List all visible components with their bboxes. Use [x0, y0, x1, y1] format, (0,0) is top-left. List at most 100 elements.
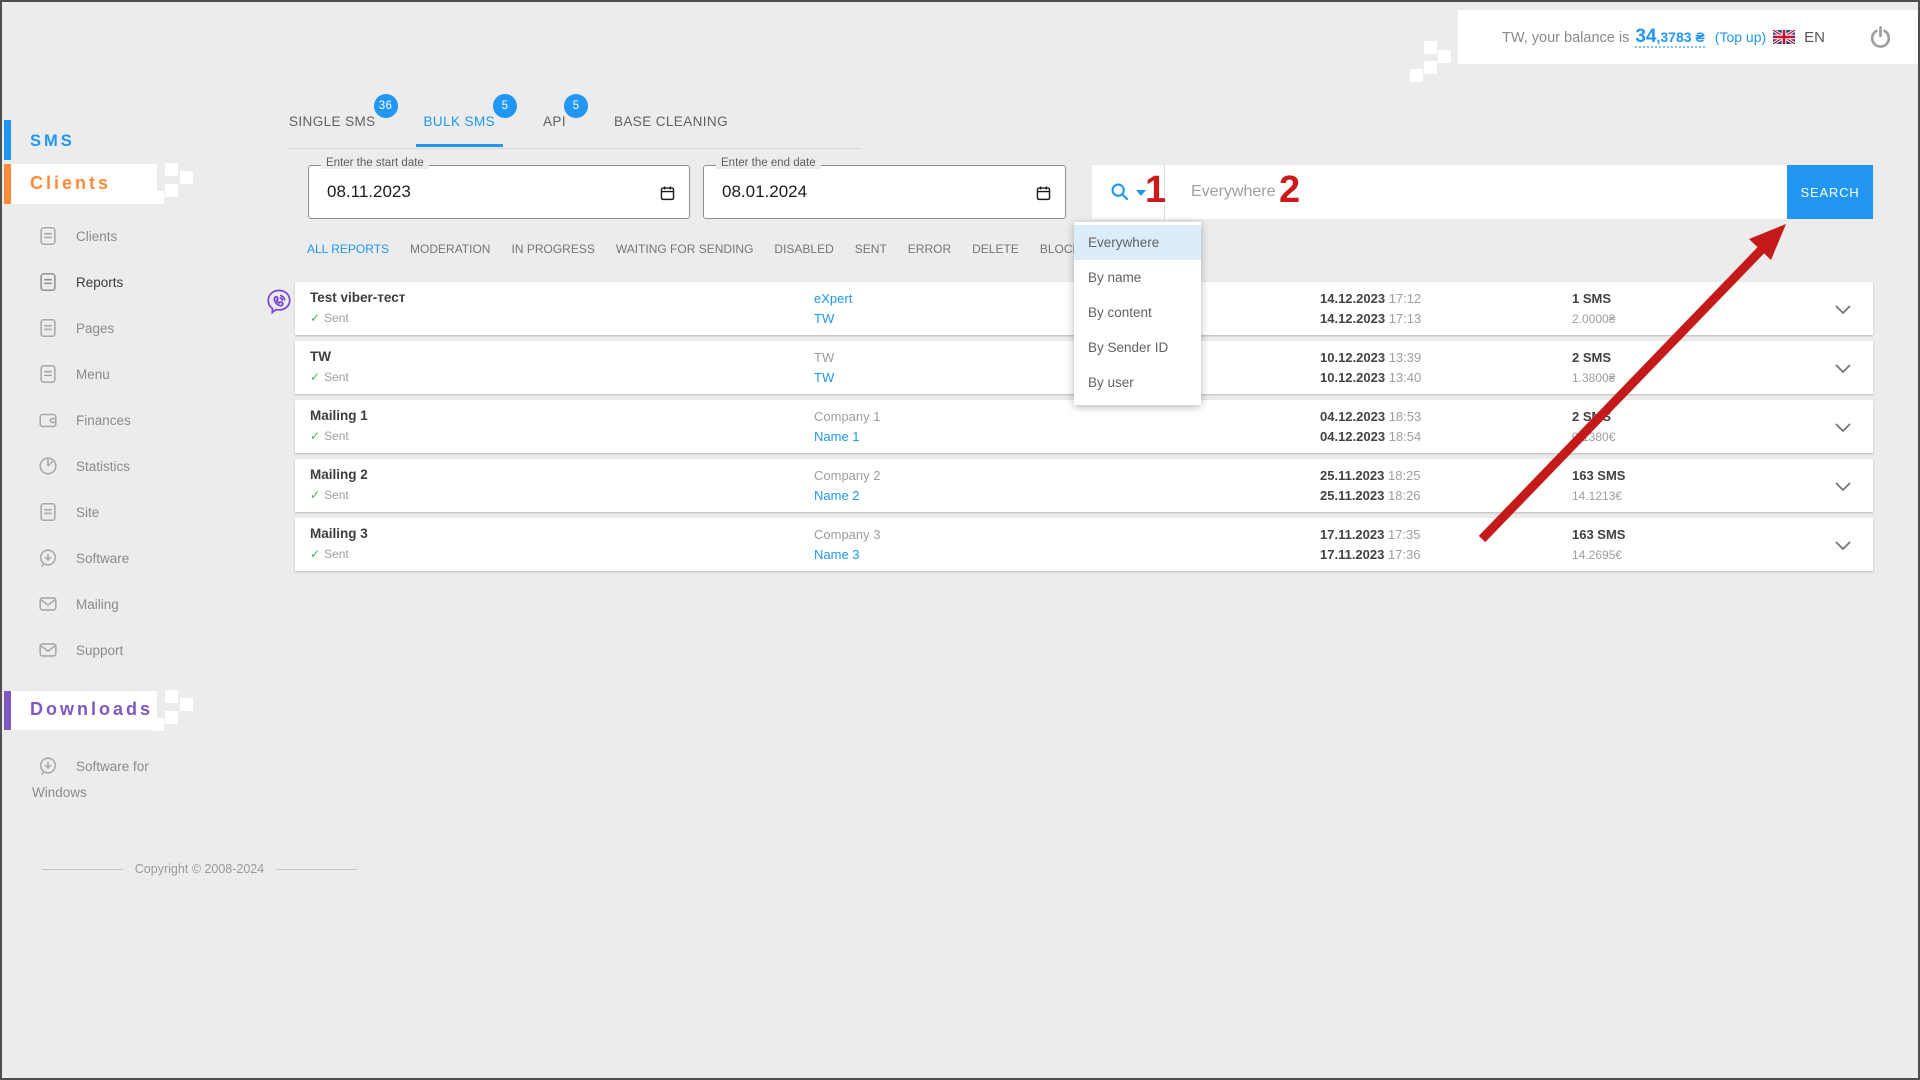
report-volume: 2 SMS 1.3800₴ [1572, 348, 1615, 388]
sidebar-section-downloads[interactable]: Downloads [30, 699, 153, 720]
expand-chevron-icon[interactable] [1835, 420, 1851, 438]
dropdown-option-by-content[interactable]: By content [1074, 295, 1201, 330]
search-bar: SEARCH [1092, 165, 1873, 219]
sidebar-item-software-for-windows[interactable]: Software for [36, 754, 149, 778]
report-dates: 10.12.2023 13:39 10.12.2023 13:40 [1320, 348, 1421, 388]
topbar: TW, your balance is 34,3783 ₴ (Top up) E… [1458, 10, 1920, 64]
dropdown-option-by-user[interactable]: By user [1074, 365, 1201, 400]
document-icon [36, 224, 60, 248]
annotation-step-1: 1 [1145, 169, 1166, 212]
balance-prefix: TW, your balance is [1502, 30, 1629, 46]
sidebar-item-reports[interactable]: Reports [36, 270, 123, 294]
report-row[interactable]: Mailing 3 ✓Sent Company 3 Name 3 17.11.2… [295, 518, 1873, 571]
expand-chevron-icon[interactable] [1835, 479, 1851, 497]
tab-base-cleaning[interactable]: BASE CLEANING [612, 100, 730, 147]
sidebar-item-mailing[interactable]: Mailing [36, 592, 119, 616]
language-selector[interactable]: EN [1773, 29, 1825, 46]
filter-delete[interactable]: DELETE [972, 242, 1019, 256]
company-label: TW [814, 348, 834, 368]
sidebar-item-menu[interactable]: Menu [36, 362, 110, 386]
search-button[interactable]: SEARCH [1787, 165, 1873, 219]
filter-sent[interactable]: SENT [855, 242, 887, 256]
sidebar-item-software[interactable]: Software [36, 546, 129, 570]
start-date-label: Enter the start date [321, 157, 429, 169]
filter-disabled[interactable]: DISABLED [774, 242, 833, 256]
company-label: Company 1 [814, 407, 880, 427]
dropdown-option-by-sender-id[interactable]: By Sender ID [1074, 330, 1201, 365]
sent-check-icon: ✓ [310, 311, 320, 325]
filter-error[interactable]: ERROR [908, 242, 951, 256]
calendar-icon[interactable] [1035, 184, 1052, 207]
report-status: ✓Sent [310, 370, 349, 384]
report-volume: 2 SMS 0.1380€ [1572, 407, 1615, 447]
sms-section-bar [4, 120, 11, 160]
wallet-icon [36, 408, 60, 432]
uk-flag-icon [1773, 30, 1795, 44]
tab-single-sms[interactable]: SINGLE SMS 36 [287, 100, 378, 147]
report-title: Mailing 1 [310, 408, 368, 423]
start-date-input[interactable] [325, 181, 576, 203]
search-icon [1110, 182, 1130, 202]
start-date-field: Enter the start date [308, 165, 690, 219]
report-title: TW [310, 349, 331, 364]
pixel-decoration [1458, 37, 1459, 38]
tab-bulk-sms[interactable]: BULK SMS 5 [422, 100, 497, 147]
report-status: ✓Sent [310, 547, 349, 561]
filter-in-progress[interactable]: IN PROGRESS [511, 242, 594, 256]
pixel-decoration [157, 166, 158, 167]
sender-link[interactable]: Name 1 [814, 427, 880, 447]
top-up-link[interactable]: (Top up) [1715, 29, 1766, 45]
filter-waiting-for-sending[interactable]: WAITING FOR SENDING [616, 242, 754, 256]
sidebar-item-clients[interactable]: Clients [36, 224, 117, 248]
report-company-sender: TW TW [814, 348, 834, 388]
report-company-sender: Company 1 Name 1 [814, 407, 880, 447]
search-input[interactable] [1165, 165, 1787, 219]
sidebar-item-support[interactable]: Support [36, 638, 123, 662]
company-link[interactable]: eXpert [814, 289, 852, 309]
expand-chevron-icon[interactable] [1835, 302, 1851, 320]
report-dates: 17.11.2023 17:35 17.11.2023 17:36 [1320, 525, 1421, 565]
sender-link[interactable]: Name 2 [814, 486, 880, 506]
report-status: ✓Sent [310, 429, 349, 443]
annotation-step-2: 2 [1279, 169, 1300, 212]
report-row[interactable]: Mailing 2 ✓Sent Company 2 Name 2 25.11.2… [295, 459, 1873, 512]
filter-all-reports[interactable]: ALL REPORTS [307, 242, 389, 256]
end-date-input[interactable] [720, 181, 959, 203]
report-row[interactable]: Mailing 1 ✓Sent Company 1 Name 1 04.12.2… [295, 400, 1873, 453]
balance-value[interactable]: 34,3783 ₴ [1635, 30, 1704, 48]
calendar-icon[interactable] [659, 184, 676, 207]
report-status: ✓Sent [310, 488, 349, 502]
sender-link[interactable]: Name 3 [814, 545, 880, 565]
sent-check-icon: ✓ [310, 370, 320, 384]
sidebar-item-statistics[interactable]: Statistics [36, 454, 130, 478]
sidebar-item-site[interactable]: Site [36, 500, 99, 524]
report-title: Mailing 2 [310, 467, 368, 482]
tab-api[interactable]: API 5 [541, 100, 568, 147]
report-company-sender: Company 3 Name 3 [814, 525, 880, 565]
company-label: Company 2 [814, 466, 880, 486]
expand-chevron-icon[interactable] [1835, 538, 1851, 556]
sidebar-item-software-for-windows-line2[interactable]: Windows [32, 785, 87, 800]
report-tabs: SINGLE SMS 36 BULK SMS 5 API 5 BASE CLEA… [287, 100, 730, 147]
dropdown-option-by-name[interactable]: By name [1074, 260, 1201, 295]
sender-link[interactable]: TW [814, 368, 834, 388]
report-title: Test viber-тест [310, 290, 405, 305]
tab-badge: 5 [493, 94, 517, 118]
tab-badge: 36 [374, 94, 398, 118]
sidebar-section-sms[interactable]: SMS [30, 132, 75, 151]
sidebar-item-pages[interactable]: Pages [36, 316, 114, 340]
expand-chevron-icon[interactable] [1835, 361, 1851, 379]
filter-moderation[interactable]: MODERATION [410, 242, 490, 256]
report-dates: 04.12.2023 18:53 04.12.2023 18:54 [1320, 407, 1421, 447]
logout-button[interactable] [1867, 24, 1894, 51]
document-icon [36, 270, 60, 294]
dropdown-option-everywhere[interactable]: Everywhere [1074, 225, 1201, 260]
sidebar-item-finances[interactable]: Finances [36, 408, 131, 432]
tabs-divider [287, 148, 862, 149]
status-filter-row: ALL REPORTS MODERATION IN PROGRESS WAITI… [307, 242, 1097, 256]
sidebar-section-clients[interactable]: Clients [30, 173, 111, 194]
tab-badge: 5 [564, 94, 588, 118]
sender-link[interactable]: TW [814, 309, 852, 329]
report-volume: 1 SMS 2.0000₴ [1572, 289, 1615, 329]
power-icon [1867, 24, 1894, 51]
